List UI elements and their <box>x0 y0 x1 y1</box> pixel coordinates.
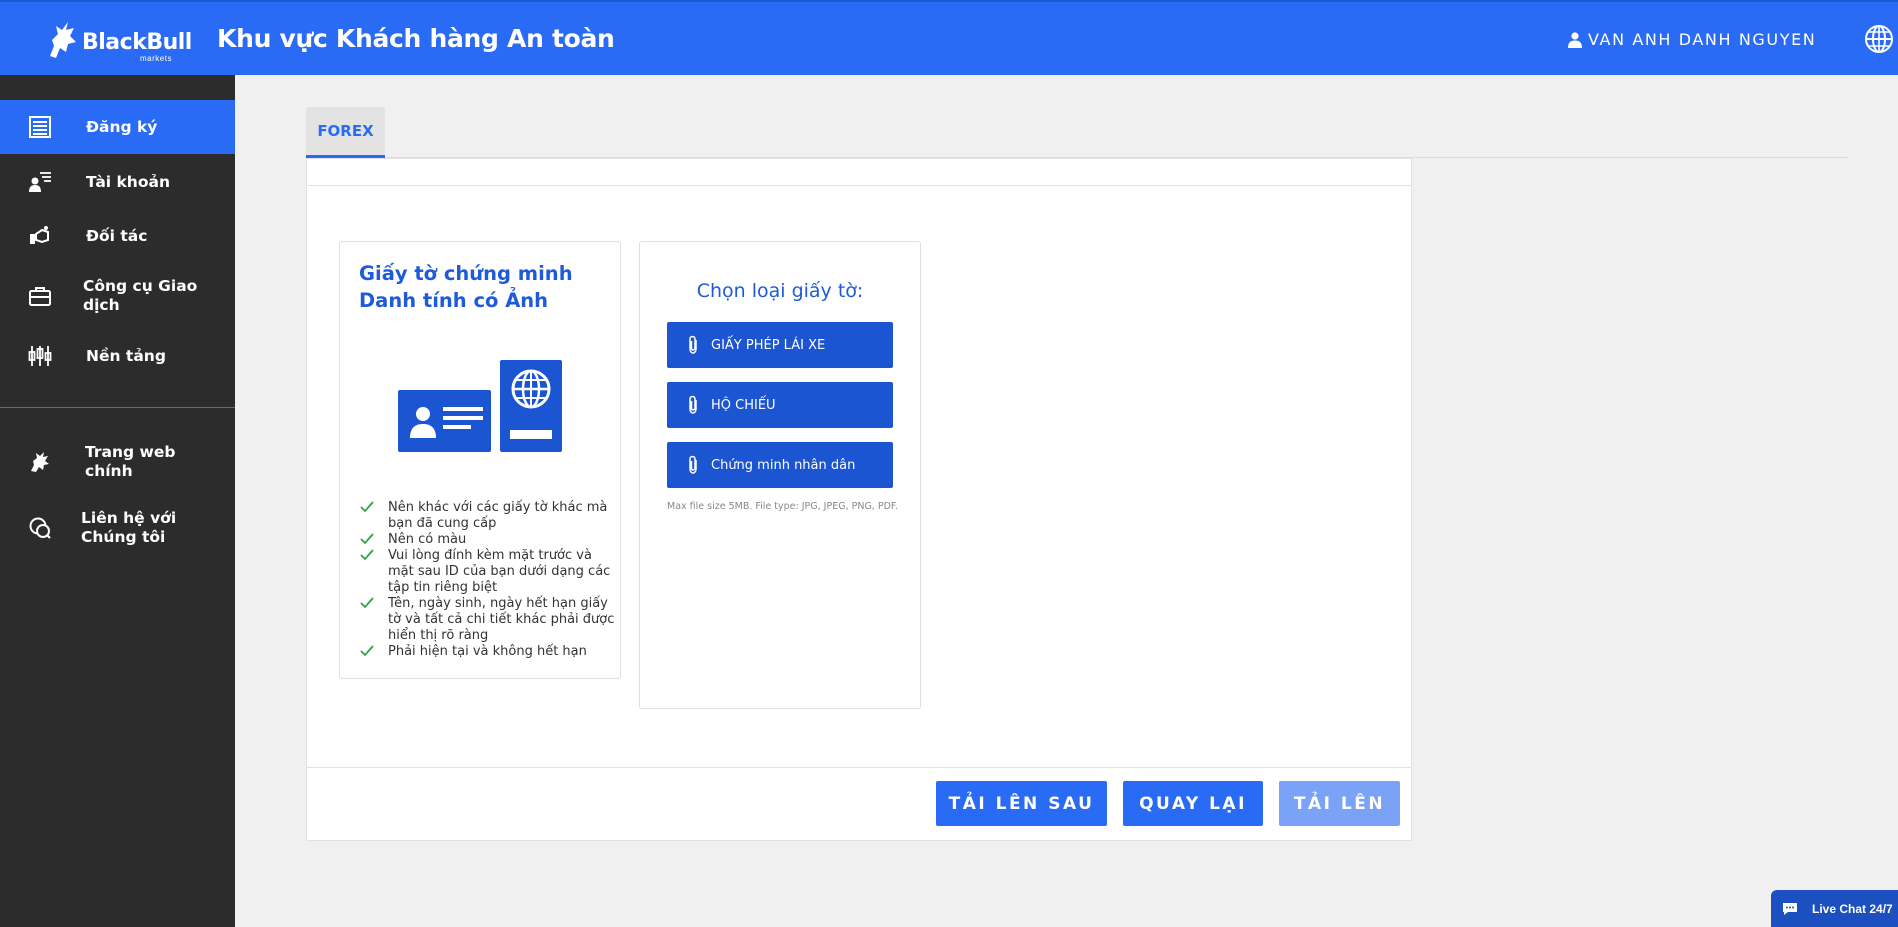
sidebar-item-trading-tools[interactable]: Công cụ Giao dịch <box>0 263 235 329</box>
sidebar-item-label: Nền tảng <box>86 346 166 365</box>
sidebar-item-account[interactable]: Tài khoản <box>0 155 235 209</box>
button-label: HỘ CHIẾU <box>711 397 776 413</box>
account-icon <box>29 172 51 192</box>
logo-subtext: markets <box>140 54 172 63</box>
live-chat-label: Live Chat 24/7 <box>1812 902 1893 916</box>
briefcase-icon <box>29 287 51 306</box>
button-label: Chứng minh nhân dân <box>711 457 856 473</box>
bull-logo-icon <box>50 22 76 58</box>
list-item: Nên có màu <box>358 532 618 548</box>
sidebar-item-label: Đối tác <box>86 226 148 245</box>
list-item: Vui lòng đính kèm mặt trước và mặt sau I… <box>358 548 618 596</box>
file-requirements-note: Max file size 5MB. File type: JPG, JPEG,… <box>667 501 898 512</box>
list-item: Phải hiện tại và không hết hạn <box>358 644 618 660</box>
upload-panel: Giấy tờ chứng minh Danh tính có Ảnh Nên … <box>306 158 1412 841</box>
sidebar: Đăng ký Tài khoản Đối tác Công cụ Giao d… <box>0 75 235 927</box>
logo-text: BlackBull <box>82 30 192 55</box>
panel-divider-top <box>307 185 1411 186</box>
upload-later-button[interactable]: TẢI LÊN SAU <box>936 781 1107 826</box>
photo-id-title: Giấy tờ chứng minh Danh tính có Ảnh <box>359 262 573 312</box>
chat-icon <box>1783 903 1797 915</box>
globe-icon[interactable] <box>1864 24 1894 54</box>
check-icon <box>360 501 374 513</box>
button-label: GIẤY PHÉP LÁI XE <box>711 337 826 353</box>
paperclip-icon <box>689 335 697 354</box>
user-menu[interactable]: VAN ANH DANH NGUYEN <box>1568 30 1816 49</box>
list-item: Nên khác với các giấy tờ khác mà bạn đã … <box>358 500 618 532</box>
sidebar-item-platform[interactable]: Nền tảng <box>0 329 235 383</box>
photo-id-card: Giấy tờ chứng minh Danh tính có Ảnh Nên … <box>339 241 621 679</box>
list-item: Tên, ngày sinh, ngày hết hạn giấy tờ và … <box>358 596 618 644</box>
register-icon <box>29 116 51 138</box>
sidebar-item-register[interactable]: Đăng ký <box>0 100 235 154</box>
sidebar-item-label: Công cụ Giao dịch <box>83 277 198 314</box>
sidebar-item-label: Trang web chính <box>85 443 176 480</box>
paperclip-icon <box>689 395 697 414</box>
sidebar-item-label: Đăng ký <box>86 117 158 136</box>
national-id-button[interactable]: Chứng minh nhân dân <box>667 442 893 488</box>
blackbull-logo[interactable]: BlackBull markets <box>44 16 192 64</box>
id-document-illustration <box>398 360 562 452</box>
document-type-title: Chọn loại giấy tờ: <box>696 280 864 302</box>
user-name: VAN ANH DANH NGUYEN <box>1588 30 1817 49</box>
sidebar-item-partner[interactable]: Đối tác <box>0 209 235 263</box>
panel-divider-bottom <box>307 767 1411 768</box>
tab-forex[interactable]: FOREX <box>306 107 385 158</box>
user-icon <box>1568 31 1582 48</box>
sidebar-item-contact-us[interactable]: Liên hệ với Chúng tôi <box>0 495 235 561</box>
sidebar-divider <box>0 407 235 408</box>
check-icon <box>360 549 374 561</box>
live-chat-button[interactable]: Live Chat 24/7 <box>1771 890 1898 927</box>
paperclip-icon <box>689 455 697 474</box>
check-icon <box>360 645 374 657</box>
upload-button[interactable]: TẢI LÊN <box>1279 781 1400 826</box>
driving-license-button[interactable]: GIẤY PHÉP LÁI XE <box>667 322 893 368</box>
requirements-list: Nên khác với các giấy tờ khác mà bạn đã … <box>358 500 618 660</box>
passport-button[interactable]: HỘ CHIẾU <box>667 382 893 428</box>
bull-icon <box>31 452 49 472</box>
check-icon <box>360 533 374 545</box>
platform-icon <box>28 346 52 366</box>
partner-icon <box>30 226 49 244</box>
sidebar-item-label: Tài khoản <box>86 172 170 191</box>
page-title: Khu vực Khách hàng An toàn <box>217 24 615 53</box>
top-header: BlackBull markets Khu vực Khách hàng An … <box>0 0 1898 75</box>
back-button[interactable]: QUAY LẠI <box>1123 781 1263 826</box>
sidebar-item-label: Liên hệ với Chúng tôi <box>81 509 177 546</box>
document-type-card: Chọn loại giấy tờ: GIẤY PHÉP LÁI XE HỘ C… <box>639 241 921 709</box>
sidebar-item-main-website[interactable]: Trang web chính <box>0 429 235 495</box>
chat-bubble-icon <box>29 517 51 539</box>
check-icon <box>360 597 374 609</box>
